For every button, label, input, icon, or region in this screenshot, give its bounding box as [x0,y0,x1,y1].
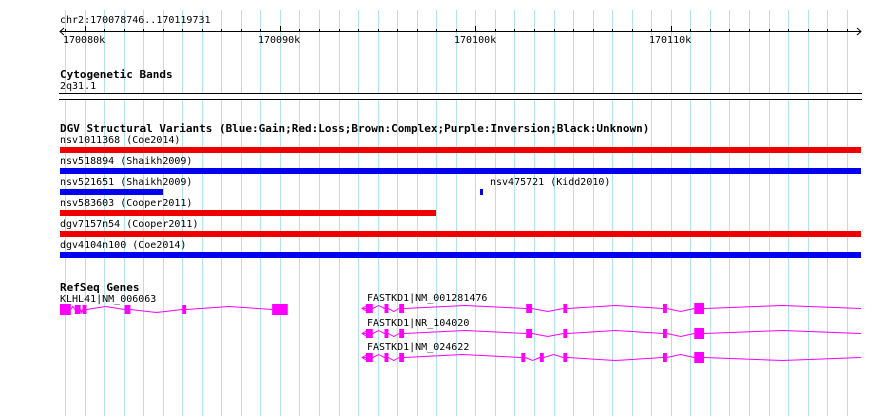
intron-line [666,308,695,313]
exon [399,329,405,338]
exon [365,304,373,313]
ruler [59,26,862,36]
intron-line [372,329,385,334]
intron-line [531,308,564,313]
exon [384,304,389,313]
exon [399,353,405,362]
exon [663,329,667,338]
exon [694,303,705,314]
variant-bar[interactable] [60,231,861,237]
intron-line [372,304,385,309]
intron-line [372,353,385,358]
intron-line [704,304,862,309]
intron-line [543,353,564,358]
variant-label: nsv518894 (Shaikh2009) [60,156,193,167]
refseq-track-title[interactable]: RefSeq Genes [60,281,139,294]
intron-line [404,304,527,309]
intron-line [666,353,695,358]
intron-line [567,304,664,309]
gene-model[interactable] [0,327,890,341]
variant-label: dgv7157n54 (Cooper2011) [60,219,199,230]
intron-line [531,333,564,338]
variant-bar[interactable] [60,252,861,258]
intron-line [567,329,664,334]
intron-line [404,353,522,358]
exon [384,329,389,338]
variant-label: nsv521651 (Shaikh2009) [60,177,193,188]
ruler-tick-label: 170100k [454,35,497,46]
dgv-track-title[interactable]: DGV Structural Variants (Blue:Gain;Red:L… [60,122,649,135]
cytoband-track-title[interactable]: Cytogenetic Bands [60,68,173,81]
exon [399,304,405,313]
exon [563,304,568,313]
intron-line [404,329,527,334]
variant-bar[interactable] [60,189,163,195]
cytoband-bar[interactable] [59,93,862,100]
exon [563,353,568,362]
intron-line [666,333,695,338]
exon [365,353,373,362]
exon [365,329,373,338]
exon [694,352,705,363]
variant-label: nsv583603 (Cooper2011) [60,198,193,209]
variant-bar[interactable] [480,189,484,195]
exon [563,329,568,338]
intron-line [567,357,664,362]
variant-label: nsv475721 (Kidd2010) [490,177,611,188]
intron-line [525,357,541,362]
ruler-tick-label: 170090k [258,35,301,46]
variant-bar[interactable] [60,147,861,153]
exon [663,304,667,313]
variant-bar[interactable] [60,210,437,216]
variant-bar[interactable] [60,168,861,174]
exon [521,353,526,362]
exon [384,353,389,362]
gene-model[interactable] [0,302,890,316]
intron-line [704,357,862,362]
intron-line [388,357,400,362]
exon [526,329,533,338]
cytoband-label: 2q31.1 [60,81,97,92]
gene-model[interactable] [0,351,890,365]
exon [526,304,533,313]
intron-line [388,333,400,338]
exon [694,328,705,339]
intron-line [388,308,400,313]
intron-line [704,329,862,334]
ruler-tick-label: 170080k [63,35,106,46]
genome-browser-view[interactable]: chr2:170078746..170119731 170080k 170090… [0,0,890,416]
variant-label: nsv1011368 (Coe2014) [60,135,181,146]
ruler-tick-label: 170110k [649,35,692,46]
exon [539,353,544,362]
exon [663,353,667,362]
variant-label: dgv4104n100 (Coe2014) [60,240,187,251]
